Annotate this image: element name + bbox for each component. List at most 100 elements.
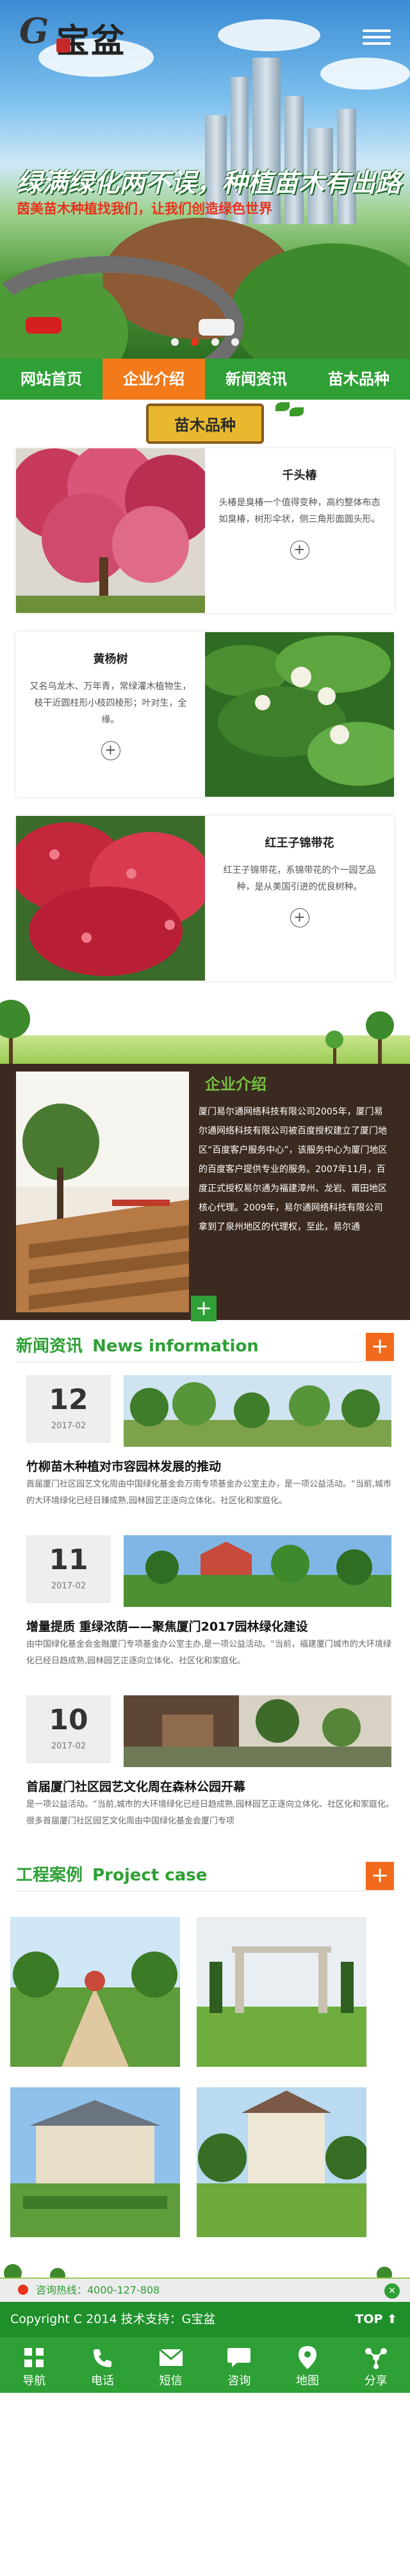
case-image[interactable]: [197, 1917, 366, 2067]
news-desc: 是一项公益活动。“当前,城市的大环境绿化已经日趋成熟,园林园艺正逐向立体化、社区…: [26, 1800, 394, 1826]
nav-news[interactable]: 新闻资讯: [205, 359, 308, 400]
footer-item-chat[interactable]: 咨询: [205, 2337, 274, 2393]
category-text: 红王子锦带花 红王子锦带花，系锦带花的个一园艺品种，是从美国引进的优良树种。 +: [205, 816, 394, 981]
more-plus-icon[interactable]: +: [290, 541, 309, 560]
category-desc: 红王子锦带花，系锦带花的个一园艺品种，是从美国引进的优良树种。: [223, 865, 376, 892]
footer-label: 咨询: [227, 2374, 251, 2388]
category-text: 千头椿 头椿是臭椿一个值得变种，高约整体布态如臭椿，树形伞状，侧三角形面圆头形。…: [205, 448, 394, 613]
tree-image: [16, 816, 205, 981]
case-image[interactable]: [10, 2087, 180, 2237]
about-section: 企业介绍 厦门易尔通网络科技有限公司2005年，厦门易尔通网络科技有限公司被百度…: [0, 1064, 410, 1321]
case-image[interactable]: [10, 1917, 180, 2067]
slide-dot[interactable]: [211, 338, 219, 346]
contact-bar: 咨询热线：4000-127-808 ✕: [0, 2260, 410, 2302]
news-title[interactable]: 首届厦门社区园艺文化周在森林公园开幕: [26, 1777, 245, 1795]
case-image[interactable]: [197, 2087, 366, 2237]
cases-title-cn: 工程案例: [16, 1866, 83, 1885]
cloud: [218, 19, 320, 51]
category-item[interactable]: 黄杨树 又名乌龙木、万年青，常绿灌木植物生，枝干近圆柱形小枝四棱形；叶对生，全缘…: [16, 632, 394, 797]
news-title-en: News information: [92, 1337, 259, 1356]
about-text: 厦门易尔通网络科技有限公司2005年，厦门易尔通网络科技有限公司被百度授权建立了…: [199, 1107, 388, 1232]
footer-item-map[interactable]: 地图: [274, 2337, 342, 2393]
news-image: [124, 1695, 391, 1767]
news-desc: 首届厦门社区园艺文化周由中国绿化基金会万南专项基金办公室主办，是一项公益活动。“…: [26, 1480, 391, 1506]
about-title: 企业介绍: [205, 1075, 266, 1093]
logo-initial: G: [19, 10, 49, 51]
leaf-icon: [290, 407, 304, 416]
news-date: 10 2017-02: [26, 1695, 111, 1763]
back-to-top-link[interactable]: TOP ⬆: [355, 2302, 397, 2337]
cases-title-en: Project case: [92, 1866, 208, 1885]
footer-item-nav[interactable]: 导航: [0, 2337, 69, 2393]
footer-label: 分享: [364, 2374, 388, 2388]
news-item[interactable]: 11 2017-02 增量提质 重绿浓荫——聚焦厦门2017园林绿化建设 由中国…: [16, 1535, 394, 1666]
logo-seal-icon: [56, 38, 70, 53]
footer-item-sms[interactable]: 短信: [136, 2337, 205, 2393]
category-text: 黄杨树 又名乌龙木、万年青，常绿灌木植物生，枝干近圆柱形小枝四棱形；叶对生，全缘…: [16, 632, 205, 797]
phone-icon: [69, 2344, 137, 2372]
news-section: 新闻资讯 News information + 12 2017-02 竹柳苗木种…: [0, 1320, 410, 1862]
footer-item-share[interactable]: 分享: [341, 2337, 410, 2393]
chat-icon: [205, 2344, 274, 2372]
footer-nav: 导航 电话 短信 咨询 地图 分享: [0, 2337, 410, 2393]
news-desc: 由中国绿化基金会金融厦门专项基金办公室主办,是一项公益活动。“当前，福建厦门城市…: [26, 1640, 391, 1666]
footer-label: 短信: [159, 2374, 183, 2388]
more-plus-icon[interactable]: +: [101, 741, 120, 760]
copyright-text: Copyright C 2014 技术支持：G宝盆: [10, 2312, 216, 2326]
more-plus-icon[interactable]: +: [290, 908, 309, 927]
category-sign: 苗木品种: [146, 404, 264, 444]
news-header: 新闻资讯 News information +: [16, 1333, 394, 1362]
nav-products[interactable]: 苗木品种: [308, 359, 410, 400]
tree-image: [16, 448, 205, 613]
news-day: 10: [49, 1704, 88, 1736]
about-more-button[interactable]: +: [191, 1296, 217, 1321]
footer-label: 导航: [22, 2374, 46, 2388]
hotline[interactable]: 咨询热线：4000-127-808: [0, 2278, 410, 2302]
category-item[interactable]: 红王子锦带花 红王子锦带花，系锦带花的个一园艺品种，是从美国引进的优良树种。 +: [16, 816, 394, 981]
slide-dots: [0, 336, 410, 348]
cases-grid: [0, 1911, 410, 2260]
news-day: 12: [49, 1383, 88, 1416]
news-title[interactable]: 增量提质 重绿浓荫——聚焦厦门2017园林绿化建设: [26, 1617, 308, 1634]
category-name: 红王子锦带花: [265, 836, 334, 850]
news-ym: 2017-02: [51, 1581, 86, 1591]
red-car: [26, 317, 62, 334]
news-title[interactable]: 竹柳苗木种植对市容园林发展的推动: [26, 1457, 221, 1474]
phone-icon: [18, 2285, 28, 2295]
news-more-button[interactable]: +: [366, 1333, 394, 1361]
slide-dot[interactable]: [171, 338, 179, 346]
news-image: [124, 1535, 391, 1607]
white-car: [199, 319, 234, 336]
copyright-bar: Copyright C 2014 技术支持：G宝盆 TOP ⬆: [0, 2302, 410, 2337]
category-header: 苗木品种: [0, 400, 410, 448]
news-item[interactable]: 12 2017-02 竹柳苗木种植对市容园林发展的推动 首届厦门社区园艺文化周由…: [16, 1375, 394, 1506]
footer-item-phone[interactable]: 电话: [69, 2337, 137, 2393]
about-image: [16, 1072, 189, 1312]
category-desc: 又名乌龙木、万年青，常绿灌木植物生，枝干近圆柱形小枝四棱形；叶对生，全缘。: [29, 681, 192, 725]
close-icon[interactable]: ✕: [384, 2283, 400, 2299]
site-logo[interactable]: G 宝盆: [19, 10, 147, 61]
cases-more-button[interactable]: +: [366, 1862, 394, 1890]
news-day: 11: [49, 1544, 88, 1576]
slide-dot[interactable]: [231, 338, 239, 346]
slide-dot-active[interactable]: [191, 338, 199, 346]
leaf-icon: [275, 402, 290, 411]
category-name: 千头椿: [282, 469, 317, 482]
cases-section: 工程案例 Project case +: [0, 1862, 410, 1911]
news-item[interactable]: 10 2017-02 首届厦门社区园艺文化周在森林公园开幕 是一项公益活动。“当…: [16, 1695, 394, 1826]
category-desc: 头椿是臭椿一个值得变种，高约整体布态如臭椿，树形伞状，侧三角形面圆头形。: [218, 498, 381, 525]
mail-icon: [136, 2344, 205, 2372]
news-date: 12 2017-02: [26, 1375, 111, 1443]
news-ym: 2017-02: [51, 1741, 86, 1751]
hero-banner[interactable]: G 宝盆 绿满绿化两不误，种植苗木有出路 茵美苗木种植找我们，让我们创造绿色世界: [0, 0, 410, 359]
category-item[interactable]: 千头椿 头椿是臭椿一个值得变种，高约整体布态如臭椿，树形伞状，侧三角形面圆头形。…: [16, 448, 394, 613]
banner-subslogan: 茵美苗木种植找我们，让我们创造绿色世界: [17, 202, 272, 216]
news-title-cn: 新闻资讯: [16, 1337, 83, 1356]
grass-divider: [0, 1000, 410, 1064]
nav-home[interactable]: 网站首页: [0, 359, 102, 400]
news-ym: 2017-02: [51, 1421, 86, 1431]
menu-icon[interactable]: [363, 26, 391, 51]
banner-slogan: 绿满绿化两不误，种植苗木有出路: [17, 168, 401, 198]
nav-about[interactable]: 企业介绍: [102, 359, 205, 400]
share-icon: [341, 2344, 410, 2372]
